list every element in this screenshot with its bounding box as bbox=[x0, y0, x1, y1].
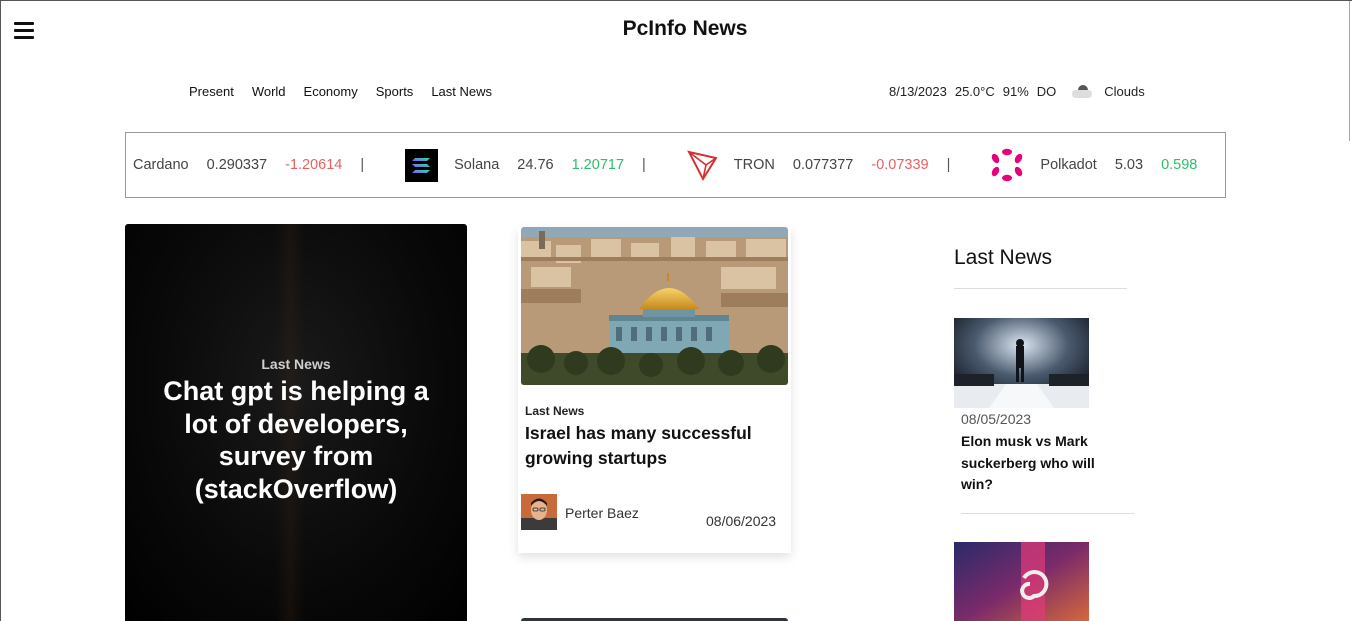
polkadot-icon bbox=[990, 148, 1024, 182]
ticker-item-solana: Solana 24.76 1.20717 | bbox=[404, 148, 686, 182]
weather-temperature: 25.0°C bbox=[954, 84, 995, 99]
article-card[interactable]: Last News Israel has many successful gro… bbox=[518, 227, 791, 553]
cloud-icon bbox=[1070, 84, 1094, 99]
main-nav: Present World Economy Sports Last News bbox=[189, 84, 492, 99]
ticker-change: 0.598 bbox=[1161, 157, 1198, 173]
ticker-name: Solana bbox=[454, 157, 500, 173]
article-category: Last News bbox=[525, 404, 585, 418]
ticker-item-cardano: Cardano 0.290337 -1.20614 | bbox=[133, 157, 404, 173]
nav-item-world[interactable]: World bbox=[252, 84, 286, 99]
ticker-change: -1.20614 bbox=[285, 157, 343, 173]
ticker-name: TRON bbox=[733, 157, 775, 173]
sidebar-divider bbox=[961, 513, 1134, 514]
hero-article[interactable]: Last News Chat gpt is helping a lot of d… bbox=[125, 224, 467, 621]
author-name[interactable]: Perter Baez bbox=[565, 505, 639, 521]
weather-widget: 8/13/2023 25.0°C 91% DO Clouds bbox=[889, 84, 1153, 99]
ticker-item-tron: TRON 0.077377 -0.07339 | bbox=[686, 148, 991, 182]
hero-title[interactable]: Chat gpt is helping a lot of developers,… bbox=[155, 375, 437, 505]
ticker-change: -0.07339 bbox=[871, 157, 929, 173]
ticker-separator: | bbox=[642, 157, 646, 173]
ticker-change: 1.20717 bbox=[571, 157, 625, 173]
ticker-price: 0.077377 bbox=[792, 157, 854, 173]
ticker-item-polkadot: Polkadot 5.03 0.598 bbox=[990, 148, 1197, 182]
sidebar-divider bbox=[954, 288, 1127, 289]
crypto-ticker: Cardano 0.290337 -1.20614 | Solana 24.76… bbox=[125, 132, 1226, 198]
weather-humidity: 91% bbox=[1002, 84, 1029, 99]
nav-item-last-news[interactable]: Last News bbox=[431, 84, 492, 99]
ticker-separator: | bbox=[946, 157, 951, 173]
ticker-name: Cardano bbox=[133, 157, 189, 173]
weather-condition: Clouds bbox=[1104, 84, 1145, 99]
article-title[interactable]: Israel has many successful growing start… bbox=[525, 421, 785, 471]
solana-icon bbox=[404, 148, 438, 182]
author-avatar bbox=[521, 494, 557, 530]
ticker-name: Polkadot bbox=[1040, 157, 1097, 173]
hero-category: Last News bbox=[261, 356, 331, 372]
weather-date: 8/13/2023 bbox=[889, 84, 947, 99]
sidebar-news-image[interactable] bbox=[954, 542, 1089, 621]
sidebar-news-date: 08/05/2023 bbox=[961, 411, 1032, 427]
nav-item-present[interactable]: Present bbox=[189, 84, 234, 99]
ticker-price: 0.290337 bbox=[206, 157, 268, 173]
nav-item-economy[interactable]: Economy bbox=[304, 84, 358, 99]
ticker-price: 5.03 bbox=[1114, 157, 1144, 173]
sidebar-title: Last News bbox=[954, 246, 1053, 269]
site-title: PcInfo News bbox=[622, 17, 748, 40]
sidebar-news-title[interactable]: Elon musk vs Mark suckerberg who will wi… bbox=[961, 431, 1121, 496]
tron-icon bbox=[686, 148, 720, 182]
nav-item-sports[interactable]: Sports bbox=[376, 84, 414, 99]
article-date: 08/06/2023 bbox=[706, 513, 777, 529]
sidebar-news-image[interactable] bbox=[954, 318, 1089, 408]
weather-location: DO bbox=[1036, 84, 1057, 99]
article-image[interactable] bbox=[521, 227, 788, 385]
ticker-separator: | bbox=[360, 157, 365, 173]
ticker-price: 24.76 bbox=[517, 157, 554, 173]
